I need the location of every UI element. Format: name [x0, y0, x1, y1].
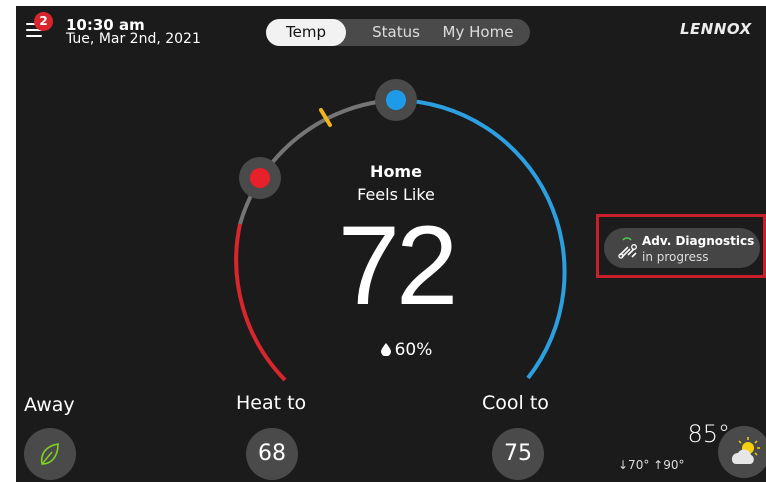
humidity-value: 60%	[394, 340, 433, 360]
partly-cloudy-icon	[731, 437, 760, 464]
heat-setpoint-button[interactable]: 68	[246, 428, 298, 480]
cool-setpoint-button[interactable]: 75	[492, 428, 544, 480]
away-label: Away	[24, 394, 75, 416]
thermostat-screen: 2 10:30 am Tue, Mar 2nd, 2021 Temp Statu…	[16, 6, 766, 482]
outdoor-range: ↓70° ↑90°	[618, 458, 684, 472]
indoor-temperature: 72	[337, 203, 459, 328]
outdoor-high: ↑90°	[653, 458, 685, 472]
weather-button[interactable]	[718, 426, 766, 478]
cool-setpoint-dot	[386, 90, 406, 110]
outdoor-low: ↓70°	[618, 458, 650, 472]
leaf-icon	[40, 443, 59, 465]
tools-icon	[618, 237, 637, 259]
heat-to-label: Heat to	[236, 392, 307, 414]
adv-diagnostics-title: Adv. Diagnostics	[642, 234, 755, 248]
dial-heat-arc	[234, 223, 287, 382]
mode-label: Home	[370, 162, 422, 181]
droplet-icon	[380, 343, 391, 357]
humidity-readout: 60%	[361, 340, 451, 360]
away-button[interactable]	[24, 428, 76, 480]
heat-setpoint-dot	[250, 168, 270, 188]
adv-diagnostics-status: in progress	[642, 250, 709, 264]
cool-to-label: Cool to	[482, 392, 549, 414]
